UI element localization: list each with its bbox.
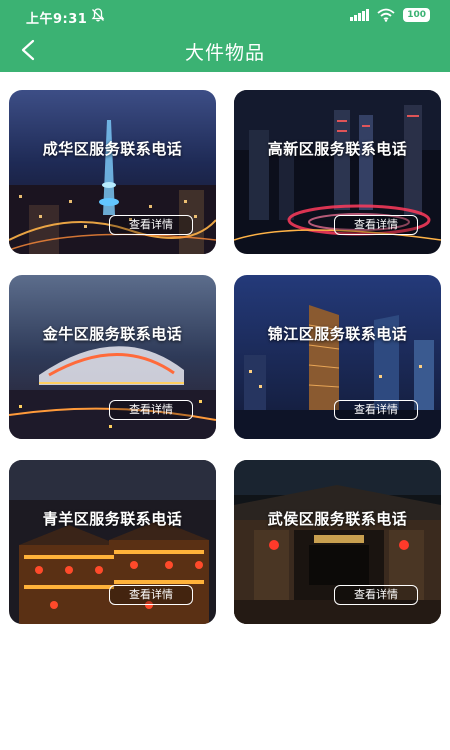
status-time: 上午9:31 bbox=[26, 12, 88, 27]
nav-bar: 大件物品 bbox=[0, 30, 450, 72]
view-details-button[interactable]: 查看详情 bbox=[334, 585, 418, 605]
district-card-gaoxin[interactable]: 高新区服务联系电话 查看详情 bbox=[234, 90, 441, 254]
district-card-wuhou[interactable]: 武侯区服务联系电话 查看详情 bbox=[234, 460, 441, 624]
page-title: 大件物品 bbox=[184, 42, 265, 64]
view-details-button[interactable]: 查看详情 bbox=[334, 400, 418, 420]
card-title: 锦江区服务联系电话 bbox=[267, 325, 408, 343]
district-card-chenghua[interactable]: 成华区服务联系电话 查看详情 bbox=[9, 90, 216, 254]
status-bar: 上午9:31 100 bbox=[0, 0, 450, 30]
wifi-icon bbox=[377, 8, 395, 22]
bell-off-icon bbox=[91, 8, 105, 22]
view-details-button[interactable]: 查看详情 bbox=[109, 585, 193, 605]
district-card-jinjiang[interactable]: 锦江区服务联系电话 查看详情 bbox=[234, 275, 441, 439]
card-title: 高新区服务联系电话 bbox=[267, 140, 408, 158]
signal-icon bbox=[350, 9, 370, 21]
district-card-qingyang[interactable]: 青羊区服务联系电话 查看详情 bbox=[9, 460, 216, 624]
view-details-button[interactable]: 查看详情 bbox=[109, 215, 193, 235]
battery-icon: 100 bbox=[403, 8, 430, 22]
card-title: 成华区服务联系电话 bbox=[42, 140, 183, 158]
view-details-button[interactable]: 查看详情 bbox=[334, 215, 418, 235]
app-header: 上午9:31 100 大件物品 bbox=[0, 0, 450, 72]
card-title: 青羊区服务联系电话 bbox=[42, 510, 183, 528]
district-card-jinniu[interactable]: 金牛区服务联系电话 查看详情 bbox=[9, 275, 216, 439]
view-details-button[interactable]: 查看详情 bbox=[109, 400, 193, 420]
battery-level: 100 bbox=[407, 9, 426, 20]
card-title: 金牛区服务联系电话 bbox=[42, 325, 183, 343]
card-title: 武侯区服务联系电话 bbox=[267, 510, 408, 528]
